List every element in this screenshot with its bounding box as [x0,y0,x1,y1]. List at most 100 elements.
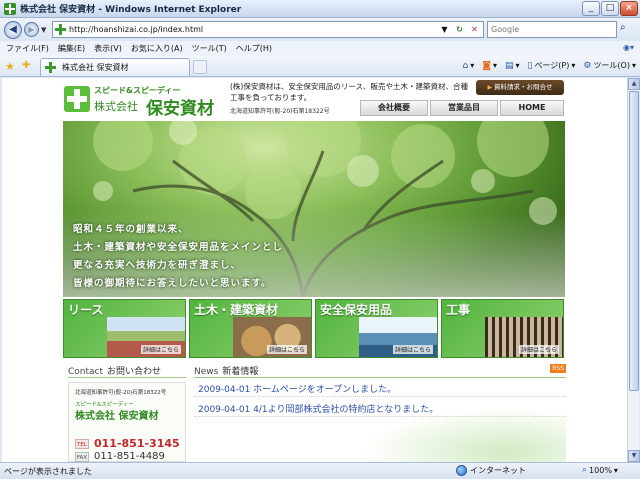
logo-name-main: 保安資材 [146,99,214,119]
search-box[interactable] [487,21,617,38]
zoom-level: 100% [589,465,612,475]
category-lease[interactable]: リース 詳細はこちら [63,299,186,358]
fax-number: 011-851-4489 [94,451,165,462]
tab-current[interactable]: 株式会社 保安資材 [40,58,190,76]
command-bar: ⌂ ▾ ◙ ▾ ▤ ▾ ▯ ページ(P) ▾ ⚙ ツール(O) ▾ [462,60,636,71]
favorites-star-icon[interactable]: ★ [5,60,15,73]
add-favorites-icon[interactable]: ✚ [22,60,30,71]
rss-icon: ◙ [482,60,491,71]
home-icon: ⌂ [462,60,469,71]
hero-banner: 昭和４５年の創業以来、 土木・建築資材や安全保安用品をメインとし 更なる充実へ技… [63,121,565,297]
page-menu-button[interactable]: ▯ ページ(P) ▾ [527,60,575,71]
close-button[interactable]: × [620,1,638,16]
tools-gear-icon: ⚙ [583,60,592,71]
tel-number: 011-851-3145 [94,437,180,450]
category-construction[interactable]: 工事 詳細はこちら [441,299,564,358]
search-icon[interactable]: ⌕ [620,22,626,33]
tab-label: 株式会社 保安資材 [62,63,129,72]
tel-row: TEL 011-851-3145 [75,437,180,450]
category-civil-materials[interactable]: 土木・建築資材 詳細はこちら [189,299,312,358]
search-input[interactable] [488,22,608,37]
feeds-button[interactable]: ◙ ▾ [482,60,497,71]
news-heading-en: News [194,367,219,377]
page-icon [55,24,66,35]
forward-button[interactable]: ▶ [24,22,39,37]
menu-help[interactable]: ヘルプ(H) [236,43,272,54]
scroll-down-icon[interactable]: ▼ [628,450,640,462]
home-button[interactable]: ⌂ ▾ [462,60,474,71]
menu-bar: ファイル(F) 編集(E) 表示(V) お気に入り(A) ツール(T) ヘルプ(… [0,41,640,56]
license-number: 北海道知事許可(般-20)石第18322号 [230,108,330,115]
site-logo[interactable]: スピード&スピーディー 株式会社 保安資材 [64,83,229,119]
news-item[interactable]: 2009-04-01 ホームページをオープンしました。 [198,382,396,395]
address-dropdown-icon[interactable]: ▼ [438,23,451,36]
security-zone: インターネット [456,465,526,476]
nav-company-profile[interactable]: 会社概要 [360,100,428,116]
address-tools: ▼ ↻ ✕ [438,23,481,36]
history-dropdown-icon[interactable]: ▼ [41,26,46,34]
contact-box: 北海道知事許可(般-20)石第18322号 スピード&スピーディー 株式会社 保… [68,382,186,462]
vertical-scrollbar[interactable]: ▲ ▼ [627,78,640,462]
contact-heading-en: Contact [68,367,104,377]
fax-tag: FAX [75,451,89,462]
window-controls: _ □ × [582,1,638,16]
scroll-up-icon[interactable]: ▲ [628,78,640,90]
logo-name-prefix: 株式会社 [94,100,138,113]
news-item[interactable]: 2009-04-01 4/1より岡部株式会社の特約店となりました。 [198,402,438,415]
refresh-icon[interactable]: ↻ [453,23,466,36]
hero-text-line: 更なる充実へ技術力を研ぎ澄まし、 [73,260,242,271]
category-more-link[interactable]: 詳細はこちら [140,345,181,354]
site-favicon-icon [4,2,16,15]
news-heading-ja: 新着情報 [222,367,259,377]
tel-tag: TEL [75,438,89,449]
page-menu-icon: ▯ [527,60,533,71]
internet-globe-icon [456,465,467,476]
back-button[interactable]: ◀ [4,20,22,39]
scroll-thumb[interactable] [629,91,639,391]
zoom-control[interactable]: ⌕ 100% ▾ [582,465,618,475]
cross-logo-icon [64,86,90,112]
minimize-button[interactable]: _ [582,1,600,16]
tools-menu-button[interactable]: ⚙ ツール(O) ▾ [583,60,636,71]
contact-license: 北海道知事許可(般-20)石第18322号 [75,390,167,396]
address-bar[interactable]: ▼ ↻ ✕ [52,21,484,38]
menu-file[interactable]: ファイル(F) [6,43,49,54]
request-info-button[interactable]: 資料請求・お問合せ [476,80,564,95]
menu-edit[interactable]: 編集(E) [58,43,85,54]
fax-row: FAX 011-851-4489 [75,451,165,462]
contact-heading: Contact お問い合わせ [68,364,186,378]
window-title: 株式会社 保安資材 - Windows Internet Explorer [20,5,242,15]
category-safety-goods[interactable]: 安全保安用品 詳細はこちら [315,299,438,358]
status-text: ページが表示されました [4,466,92,476]
nav-business-items[interactable]: 営業品目 [430,100,498,116]
address-row: ◀ ▶ ▼ ▼ ↻ ✕ ⌕ [0,18,640,41]
title-bar: 株式会社 保安資材 - Windows Internet Explorer _ … [0,0,640,18]
rss-badge[interactable]: RSS [550,364,566,373]
status-bar: ページが表示されました インターネット ⌕ 100% ▾ [0,462,640,479]
address-input[interactable] [69,25,429,34]
category-more-link[interactable]: 詳細はこちら [392,345,433,354]
category-title: 工事 [446,303,471,317]
category-more-link[interactable]: 詳細はこちら [266,345,307,354]
zone-label: インターネット [470,466,526,475]
menu-favorites[interactable]: お気に入り(A) [131,43,183,54]
hero-text-line: 皆様の御期待にお答えしたいと思います。 [73,278,272,289]
live-search-icon[interactable]: ◉▾ [623,43,634,52]
contact-heading-ja: お問い合わせ [107,367,162,377]
nav-home[interactable]: HOME [500,100,564,116]
menu-view[interactable]: 表示(V) [94,43,122,54]
category-more-link[interactable]: 詳細はこちら [518,345,559,354]
print-button[interactable]: ▤ ▾ [505,60,520,71]
news-divider [194,396,566,397]
category-title: 安全保安用品 [320,303,393,317]
zoom-icon: ⌕ [582,465,588,475]
contact-company-name: 株式会社 保安資材 [75,411,159,422]
maximize-button[interactable]: □ [601,1,619,16]
tab-bar: ★ ✚ 株式会社 保安資材 ⌂ ▾ ◙ ▾ ▤ ▾ ▯ ページ(P) ▾ ⚙ ツール(O) ▾ [0,56,640,77]
category-title: リース [68,303,104,317]
stop-icon[interactable]: ✕ [468,23,481,36]
page-menu-label: ページ(P) [534,61,570,70]
new-tab-button[interactable] [193,60,207,74]
category-title: 土木・建築資材 [194,303,279,317]
menu-tools[interactable]: ツール(T) [192,43,227,54]
